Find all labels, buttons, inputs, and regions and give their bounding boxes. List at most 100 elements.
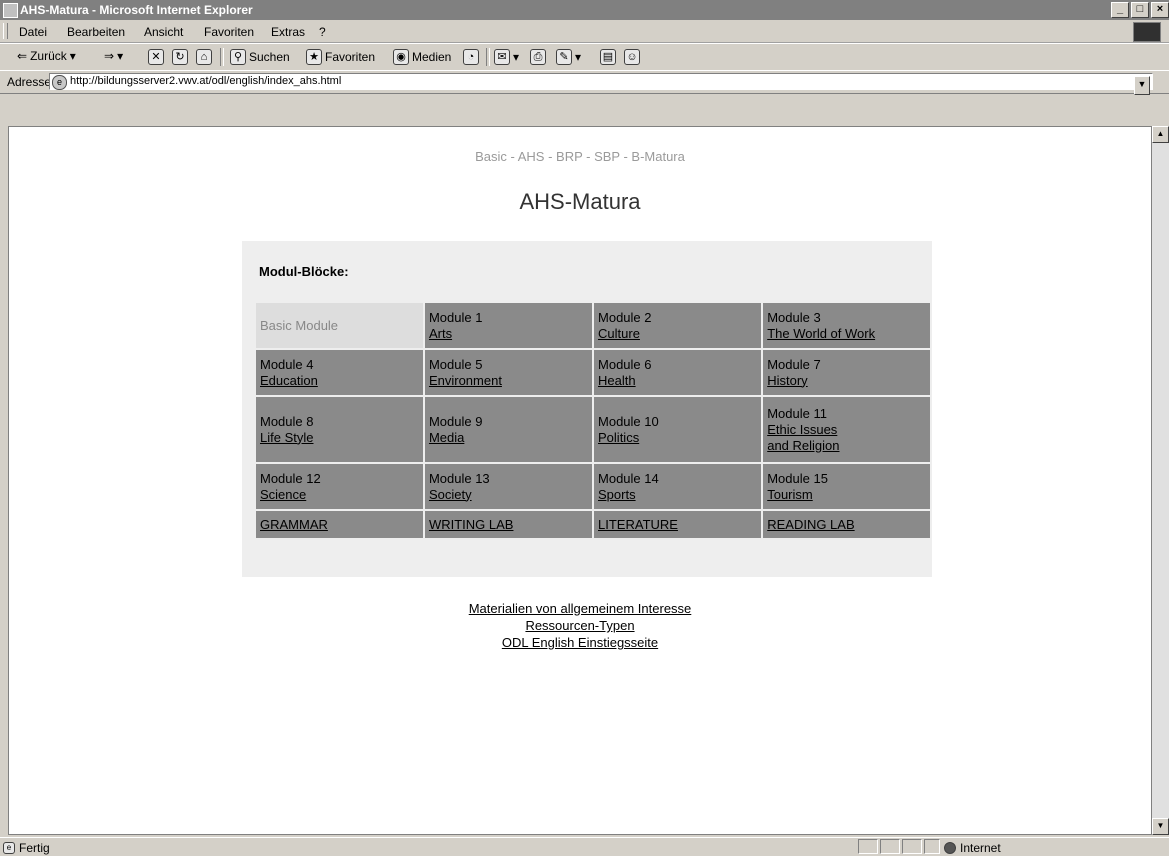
- module-heading: Module 12: [260, 470, 321, 486]
- module-link-tourism[interactable]: Tourism: [767, 487, 813, 502]
- favorites-label: Favoriten: [325, 50, 376, 64]
- search-button[interactable]: ⚲ Suchen: [230, 49, 290, 65]
- window-title-bar[interactable]: AHS-Matura - Microsoft Internet Explorer…: [0, 0, 1169, 20]
- address-url[interactable]: http://bildungsserver2.vwv.at/odl/englis…: [70, 75, 341, 87]
- module-link-health[interactable]: Health: [598, 373, 636, 388]
- menu-datei[interactable]: Datei: [19, 25, 47, 39]
- stop-icon[interactable]: ✕: [148, 49, 164, 65]
- module-heading: Module 9: [428, 413, 483, 429]
- literature-link[interactable]: LITERATURE: [598, 517, 678, 532]
- menu-bearbeiten[interactable]: Bearbeiten: [67, 25, 125, 39]
- search-label: Suchen: [249, 50, 290, 64]
- address-input[interactable]: e http://bildungsserver2.vwv.at/odl/engl…: [49, 73, 1153, 95]
- module-heading: Module 6: [598, 356, 652, 372]
- breadcrumb: Basic - AHS - BRP - SBP - B-Matura: [475, 149, 685, 164]
- menu-bar: Datei Bearbeiten Ansicht Favoriten Extra…: [0, 20, 1169, 43]
- history-icon[interactable]: ◔: [463, 49, 479, 65]
- messenger-icon[interactable]: ☺: [624, 49, 640, 65]
- link-general-materials[interactable]: Materialien von allgemeinem Interesse: [9, 600, 1151, 617]
- module-heading: Module 13: [428, 470, 490, 486]
- module-heading: Module 3: [767, 309, 821, 325]
- maximize-button[interactable]: □: [1131, 2, 1149, 18]
- link-odl-english-home[interactable]: ODL English Einstiegsseite: [9, 634, 1151, 651]
- refresh-icon[interactable]: ↻: [172, 49, 188, 65]
- module-link-environment[interactable]: Environment: [429, 373, 502, 388]
- edit-icon: ✎: [556, 49, 572, 65]
- module-link-arts[interactable]: Arts: [429, 326, 452, 341]
- back-label: Zurück: [30, 49, 67, 63]
- module-cell-8: Module 8 Life Style: [254, 395, 425, 464]
- scroll-up-button[interactable]: ▲: [1152, 126, 1169, 143]
- module-cell-12: Module 12 Science: [254, 462, 425, 511]
- minimize-button[interactable]: _: [1111, 2, 1129, 18]
- module-heading: Module 15: [767, 470, 828, 486]
- back-button[interactable]: ⇐ Zurück ▾: [17, 49, 76, 63]
- grammar-link[interactable]: GRAMMAR: [260, 517, 328, 532]
- media-icon: ◉: [393, 49, 409, 65]
- module-cell-4: Module 4 Education: [254, 348, 425, 397]
- status-bar: e Fertig Internet: [0, 837, 1169, 856]
- module-link-society[interactable]: Society: [429, 487, 472, 502]
- vertical-scrollbar[interactable]: ▲ ▼: [1152, 126, 1169, 835]
- module-link-ethic-issues[interactable]: Ethic Issues: [767, 422, 837, 437]
- toolbar-separator: [486, 48, 490, 66]
- link-resource-types[interactable]: Ressourcen-Typen: [9, 617, 1151, 634]
- scroll-down-button[interactable]: ▼: [1152, 818, 1169, 835]
- module-link-politics[interactable]: Politics: [598, 430, 639, 445]
- module-heading: Module 1: [428, 309, 483, 325]
- module-panel: Modul-Blöcke: Basic Module Module 1 Arts …: [242, 241, 932, 577]
- window-title: AHS-Matura - Microsoft Internet Explorer: [20, 3, 253, 17]
- ie-app-icon[interactable]: [3, 3, 18, 18]
- module-link-education[interactable]: Education: [260, 373, 318, 388]
- status-cell: [902, 839, 922, 854]
- back-arrow-icon: ⇐: [17, 49, 28, 63]
- resource-cell-writing: WRITING LAB: [422, 509, 595, 540]
- module-link-history[interactable]: History: [767, 373, 807, 388]
- menu-favoriten[interactable]: Favoriten: [204, 25, 254, 39]
- module-link-culture[interactable]: Culture: [598, 326, 640, 341]
- menu-extras[interactable]: Extras: [271, 25, 305, 39]
- panel-heading: Modul-Blöcke:: [259, 264, 349, 279]
- address-dropdown-button[interactable]: ▼: [1134, 76, 1150, 95]
- module-cell-2: Module 2 Culture: [592, 301, 764, 350]
- print-icon[interactable]: ⎙: [530, 49, 546, 65]
- reading-lab-link[interactable]: READING LAB: [767, 517, 854, 532]
- search-icon: ⚲: [230, 49, 246, 65]
- edit-button[interactable]: ✎ ▾: [556, 49, 581, 65]
- security-zone: Internet: [960, 841, 1001, 855]
- module-link-science[interactable]: Science: [260, 487, 306, 502]
- module-cell-7: Module 7 History: [761, 348, 932, 397]
- module-cell-1: Module 1 Arts: [422, 301, 595, 350]
- writing-lab-link[interactable]: WRITING LAB: [429, 517, 514, 532]
- mail-button[interactable]: ✉ ▾: [494, 49, 519, 65]
- toolbar-separator: [220, 48, 224, 66]
- forward-button[interactable]: ⇒ ▾: [104, 49, 123, 63]
- chevron-down-icon: ▾: [117, 49, 124, 63]
- module-link-world-of-work[interactable]: The World of Work: [767, 326, 875, 341]
- menu-ansicht[interactable]: Ansicht: [144, 25, 183, 39]
- page-viewport: Basic - AHS - BRP - SBP - B-Matura AHS-M…: [8, 126, 1152, 835]
- module-heading: Module 7: [767, 356, 821, 372]
- favorites-button[interactable]: ★ Favoriten: [306, 49, 375, 65]
- module-link-and-religion[interactable]: and Religion: [767, 438, 839, 453]
- home-icon[interactable]: ⌂: [196, 49, 212, 65]
- status-text: Fertig: [19, 841, 50, 855]
- module-cell-9: Module 9 Media: [422, 395, 595, 464]
- module-cell-3: Module 3 The World of Work: [761, 301, 932, 350]
- menu-help[interactable]: ?: [319, 25, 326, 39]
- module-link-media[interactable]: Media: [429, 430, 464, 445]
- module-cell-basic: Basic Module: [254, 301, 425, 350]
- media-button[interactable]: ◉ Medien: [393, 49, 451, 65]
- chevron-down-icon: ▾: [69, 49, 76, 63]
- module-heading: Module 11: [767, 405, 827, 421]
- media-label: Medien: [412, 50, 452, 64]
- module-link-life-style[interactable]: Life Style: [260, 430, 313, 445]
- footer-links: Materialien von allgemeinem Interesse Re…: [9, 600, 1151, 651]
- discuss-icon[interactable]: ▤: [600, 49, 616, 65]
- resource-cell-literature: LITERATURE: [592, 509, 764, 540]
- module-heading: Basic Module: [260, 317, 339, 333]
- module-heading: Module 8: [260, 413, 314, 429]
- close-button[interactable]: ×: [1151, 2, 1169, 18]
- module-link-sports[interactable]: Sports: [598, 487, 636, 502]
- status-cell: [924, 839, 940, 854]
